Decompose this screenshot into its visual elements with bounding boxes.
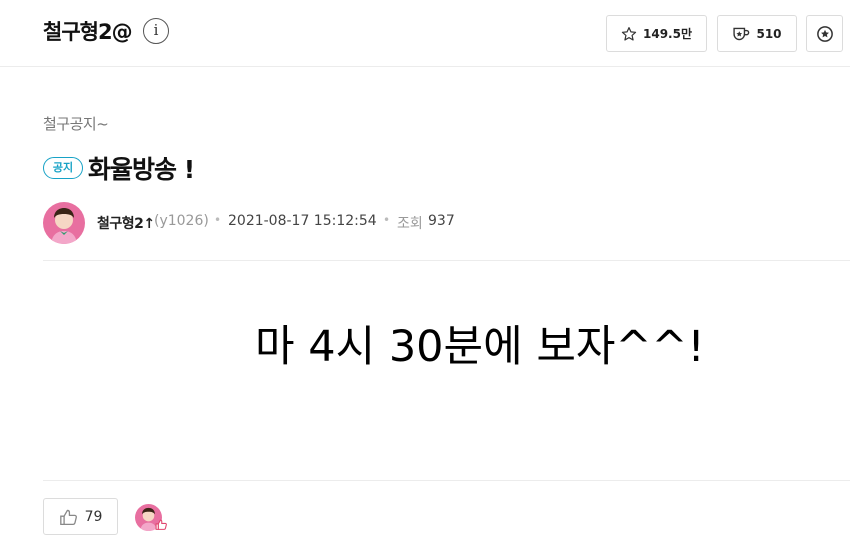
subscriber-count: 510 (756, 26, 782, 41)
subscribe-button[interactable]: 510 (717, 15, 797, 52)
author-arrow-icon: ↑ (143, 216, 155, 232)
views-label: 조회 (397, 216, 423, 232)
post-date: 2021-08-17 15:12:54 (228, 213, 377, 229)
views-count: 937 (428, 213, 455, 229)
post-content: 마 4시 30분에 보자^^! (255, 322, 705, 372)
divider (43, 260, 850, 261)
favorite-button[interactable]: 149.5만 (606, 15, 707, 52)
favorite-count: 149.5만 (643, 27, 692, 41)
author-nickname: 철구형2 (97, 216, 144, 232)
up-vote-button[interactable]: 79 (43, 498, 118, 535)
liked-thumb-icon (155, 519, 167, 530)
notice-badge: 공지 (43, 157, 83, 179)
post-title: 화율방송 ! (88, 155, 195, 184)
subscribe-cup-icon (733, 27, 750, 40)
author-avatar[interactable] (43, 202, 85, 244)
thumbs-up-icon (59, 509, 77, 525)
channel-header: 철구형2@ i 149.5만 510 (0, 0, 850, 67)
star-outline-icon (621, 26, 637, 41)
author-id: (y1026) (154, 213, 209, 229)
author-name[interactable]: 철구형2↑ (97, 213, 155, 233)
channel-name[interactable]: 철구형2@ (43, 16, 133, 46)
station-badge-button[interactable] (806, 15, 843, 52)
up-count: 79 (84, 508, 103, 525)
board-category[interactable]: 철구공지~ (43, 113, 109, 134)
info-button[interactable]: i (143, 18, 169, 44)
meta-separator: • (214, 213, 222, 227)
meta-separator: • (383, 213, 391, 227)
divider (43, 480, 850, 481)
badge-star-icon (816, 25, 833, 42)
